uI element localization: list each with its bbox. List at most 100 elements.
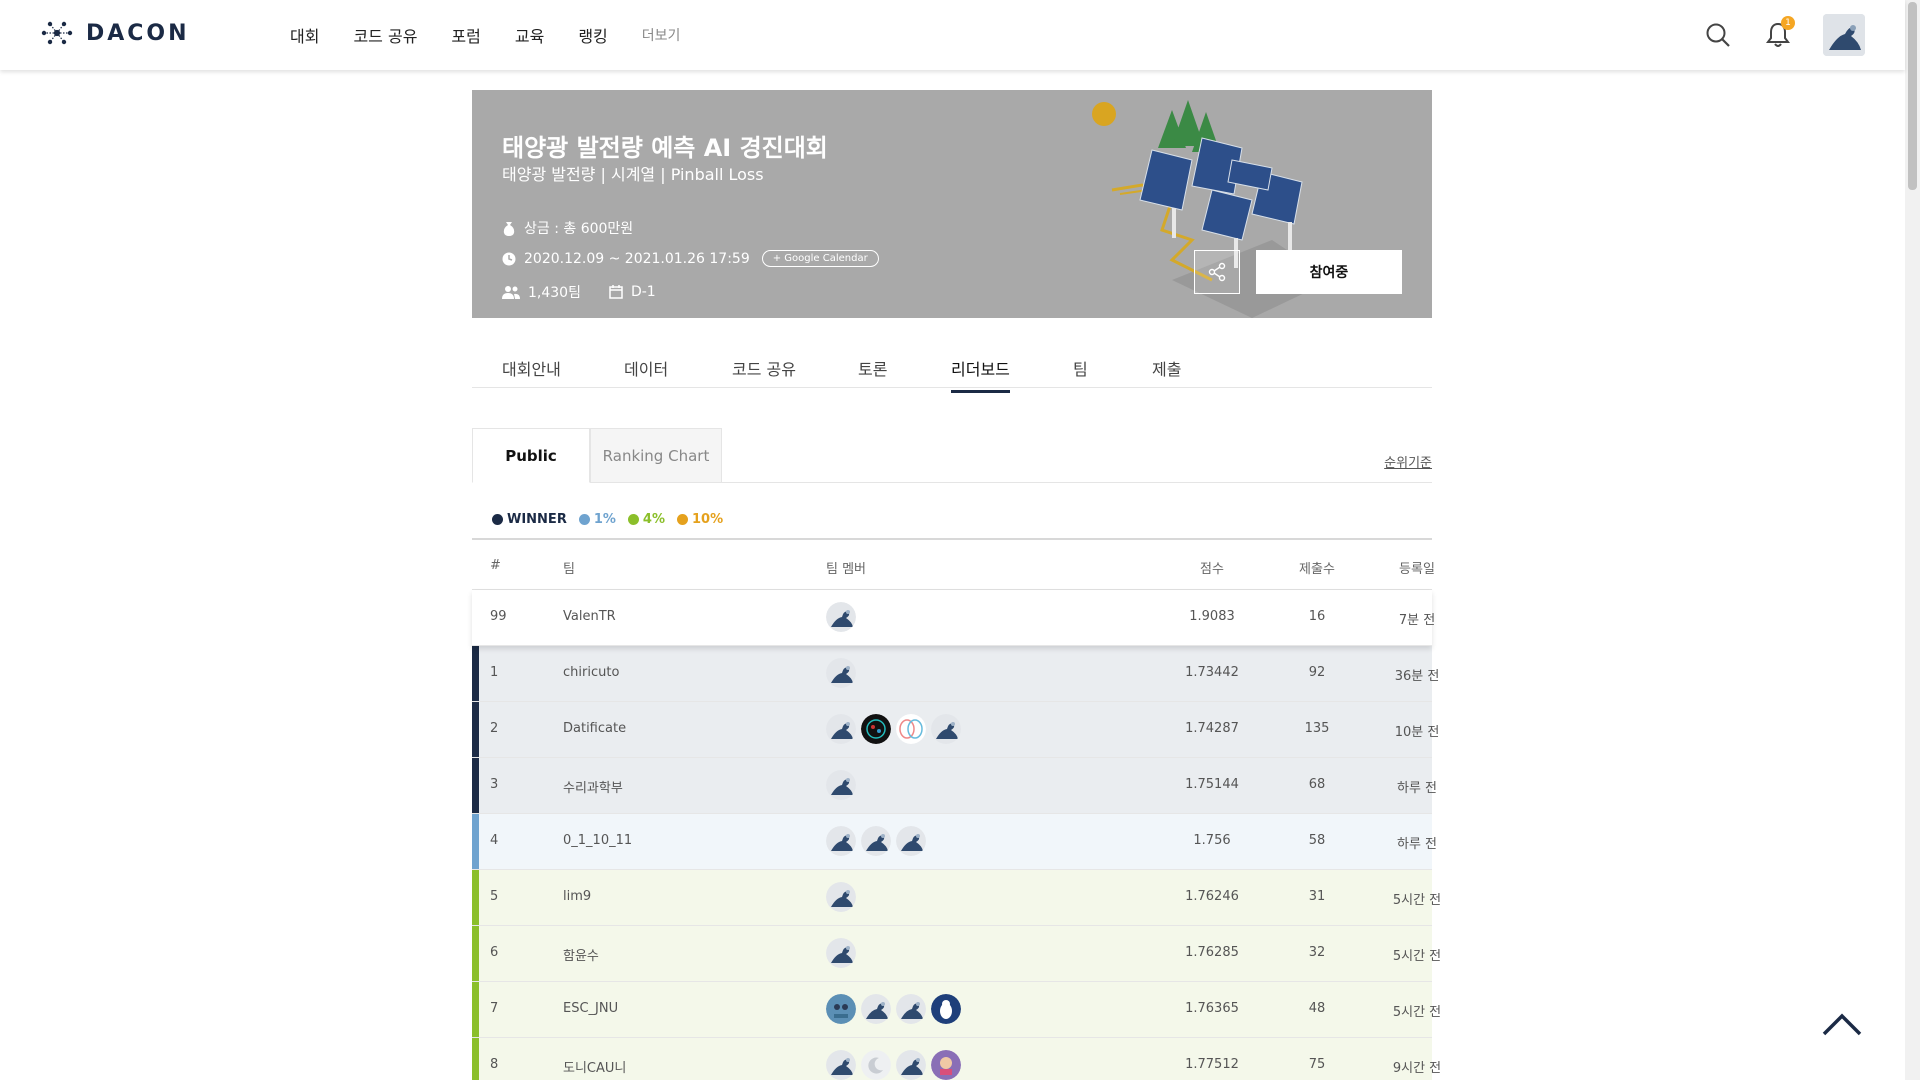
google-calendar-button[interactable]: + Google Calendar <box>761 250 879 267</box>
member-avatar[interactable] <box>826 994 856 1024</box>
nav-item-competitions[interactable]: 대회 <box>290 23 319 47</box>
nav-item-more[interactable]: 더보기 <box>642 25 681 45</box>
team-name-cell[interactable]: chiricuto <box>563 665 619 680</box>
member-avatar[interactable] <box>931 994 961 1024</box>
member-avatar[interactable] <box>826 1050 856 1080</box>
member-avatar[interactable] <box>826 770 856 800</box>
nav-item-ranking[interactable]: 랭킹 <box>578 23 607 47</box>
subtab-public[interactable]: Public <box>472 428 590 483</box>
table-row[interactable]: 2 Datificate 1.74287 135 10분 전 <box>472 702 1439 758</box>
tab-team[interactable]: 팀 <box>1073 356 1088 390</box>
tab-overview[interactable]: 대회안내 <box>502 356 561 390</box>
tier-bar <box>472 758 479 813</box>
member-avatar[interactable] <box>826 658 856 688</box>
table-row[interactable]: 1 chiricuto 1.73442 92 36분 전 <box>472 646 1439 702</box>
table-row[interactable]: 8 도니CAU니 1.77512 75 9시간 전 <box>472 1038 1441 1080</box>
header-score: 점수 <box>1200 562 1224 577</box>
tier-bar <box>472 870 479 925</box>
dacon-logo-icon <box>41 21 73 45</box>
nav-item-education[interactable]: 교육 <box>515 23 544 47</box>
competition-banner: 태양광 발전량 예측 AI 경진대회 태양광 발전량 | 시계열 | Pinba… <box>472 90 1432 318</box>
subtab-ranking-chart[interactable]: Ranking Chart <box>590 428 722 483</box>
leaderboard-table: # 팀 팀 멤버 점수 제출수 등록일 99 ValenTR 1.9083 16 7분 … <box>472 538 1441 1080</box>
search-icon[interactable] <box>1703 20 1733 50</box>
member-avatar[interactable] <box>896 1050 926 1080</box>
score-cell: 1.75144 <box>1185 777 1239 792</box>
members-cell <box>826 938 861 968</box>
header-submissions: 제출수 <box>1299 562 1335 577</box>
team-name-cell[interactable]: lim9 <box>563 889 591 904</box>
tier-bar <box>472 982 479 1037</box>
tab-code-share[interactable]: 코드 공유 <box>732 356 796 390</box>
table-row[interactable]: 3 수리과학부 1.75144 68 하루 전 <box>472 758 1437 814</box>
tier-bar <box>472 646 479 701</box>
tab-data[interactable]: 데이터 <box>624 356 668 390</box>
join-status-button[interactable]: 참여중 <box>1256 250 1402 294</box>
team-name-cell[interactable]: 함윤수 <box>563 945 599 964</box>
member-avatar[interactable] <box>826 938 856 968</box>
team-name-cell[interactable]: Datificate <box>563 721 626 736</box>
team-name-cell[interactable]: ValenTR <box>563 609 616 624</box>
tier-bar <box>472 1038 479 1080</box>
rank-basis-link[interactable]: 순위기준 <box>1384 452 1432 471</box>
nav-item-forum[interactable]: 포럼 <box>451 23 480 47</box>
header-members: 팀 멤버 <box>826 562 867 577</box>
team-name-cell[interactable]: ESC_JNU <box>563 1001 618 1016</box>
member-avatar[interactable] <box>861 994 891 1024</box>
member-avatar[interactable] <box>826 826 856 856</box>
tier-bar <box>472 814 479 869</box>
member-avatar[interactable] <box>931 1050 961 1080</box>
header-date: 등록일 <box>1399 562 1435 577</box>
date-cell: 9시간 전 <box>1392 1061 1442 1076</box>
member-avatar[interactable] <box>861 1050 891 1080</box>
tab-submit[interactable]: 제출 <box>1152 356 1181 390</box>
table-row[interactable]: 6 함윤수 1.76285 32 5시간 전 <box>472 926 1441 982</box>
legend-1pct: 1% <box>578 512 616 527</box>
page-scrollbar[interactable] <box>1905 0 1920 1080</box>
share-button[interactable] <box>1194 250 1240 294</box>
competition-subtitle: 태양광 발전량 | 시계열 | Pinball Loss <box>502 165 764 184</box>
tab-leaderboard[interactable]: 리더보드 <box>951 356 1010 393</box>
bell-icon[interactable]: 1 <box>1763 16 1795 50</box>
legend-10pct: 10% <box>676 512 723 527</box>
team-name-cell[interactable]: 도니CAU니 <box>563 1057 626 1076</box>
submissions-cell: 92 <box>1308 665 1326 680</box>
member-avatar[interactable] <box>861 714 891 744</box>
calendar-icon <box>609 285 623 299</box>
table-row[interactable]: 7 ESC_JNU 1.76365 48 5시간 전 <box>472 982 1441 1038</box>
score-cell: 1.74287 <box>1185 721 1239 736</box>
competition-tabs: 대회안내 데이터 코드 공유 토론 리더보드 팀 제출 <box>472 348 1432 393</box>
score-cell: 1.76285 <box>1185 945 1239 960</box>
member-avatar[interactable] <box>826 602 856 632</box>
team-name-cell[interactable]: 수리과학부 <box>563 777 623 796</box>
tier-legend: WINNER 1% 4% 10% <box>492 512 735 527</box>
table-row[interactable]: 5 lim9 1.76246 31 5시간 전 <box>472 870 1441 926</box>
header-actions: 1 <box>1673 0 1865 70</box>
submissions-cell: 48 <box>1308 1001 1326 1016</box>
table-header: # 팀 팀 멤버 점수 제출수 등록일 <box>472 538 1435 590</box>
share-icon <box>1208 262 1226 282</box>
my-team-row[interactable]: 99 ValenTR 1.9083 16 7분 전 <box>472 590 1435 646</box>
members-cell <box>826 994 966 1024</box>
back-to-top-button[interactable] <box>1820 1010 1864 1042</box>
user-avatar[interactable] <box>1823 14 1865 56</box>
table-row[interactable]: 4 0_1_10_11 1.756 58 하루 전 <box>472 814 1437 870</box>
tab-discussion[interactable]: 토론 <box>858 356 887 390</box>
chevron-up-icon <box>1822 1013 1862 1036</box>
member-avatar[interactable] <box>896 826 926 856</box>
dacon-logo[interactable]: DACON <box>38 18 190 48</box>
member-avatar[interactable] <box>931 714 961 744</box>
member-avatar[interactable] <box>826 882 856 912</box>
score-cell: 1.73442 <box>1185 665 1239 680</box>
team-name-cell[interactable]: 0_1_10_11 <box>563 833 632 848</box>
member-avatar[interactable] <box>896 994 926 1024</box>
header-rank: # <box>490 558 501 573</box>
member-avatar[interactable] <box>826 714 856 744</box>
submissions-cell: 135 <box>1304 721 1330 736</box>
legend-4pct: 4% <box>627 512 665 527</box>
nav-item-code-share[interactable]: 코드 공유 <box>353 23 417 47</box>
members-cell <box>826 714 966 744</box>
scrollbar-thumb[interactable] <box>1908 2 1917 190</box>
member-avatar[interactable] <box>861 826 891 856</box>
member-avatar[interactable] <box>896 714 926 744</box>
